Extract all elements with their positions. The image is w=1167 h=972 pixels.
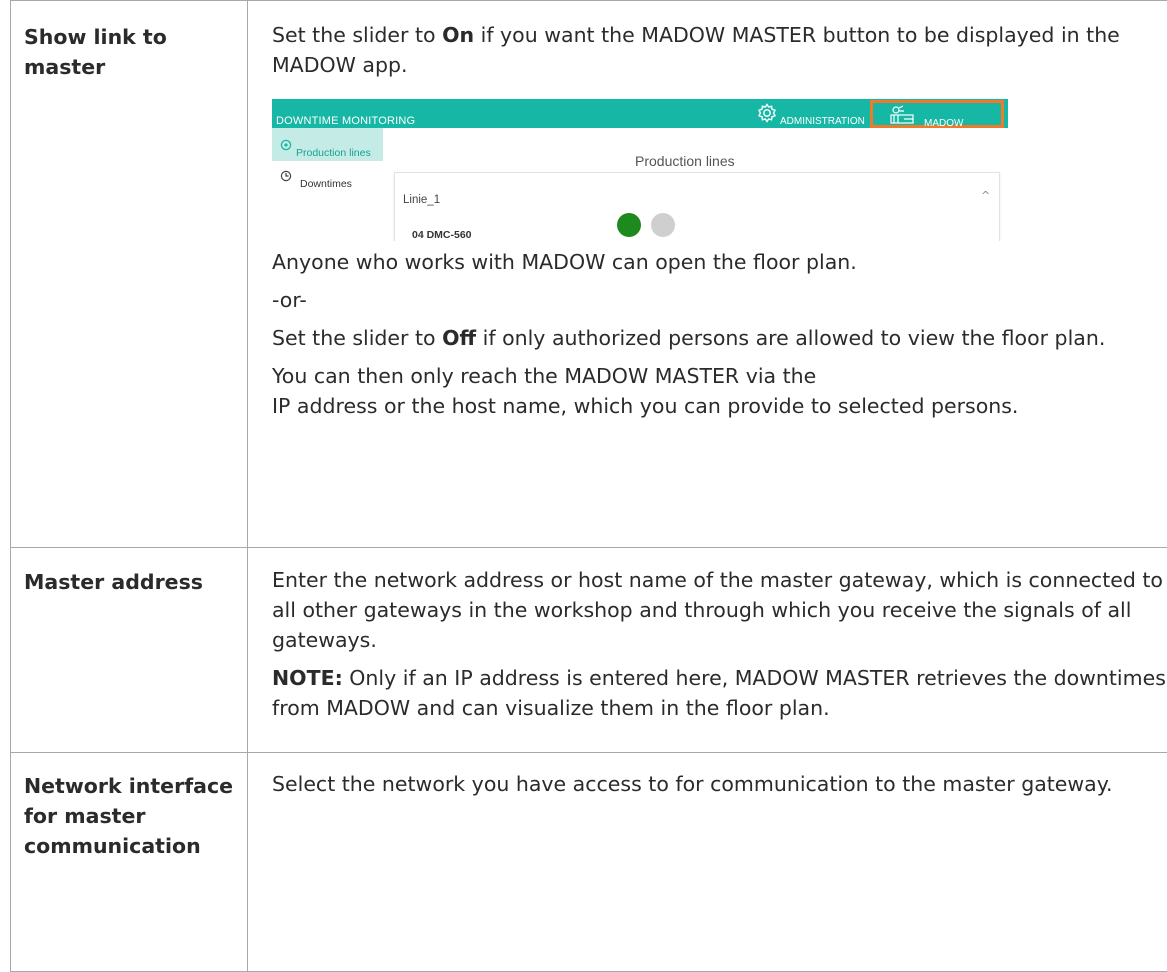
description-network-interface: Select the network you have access to fo… bbox=[248, 753, 1167, 972]
sidebar-item-downtimes[interactable]: Downtimes bbox=[300, 169, 352, 199]
machine-name: 04 DMC-560 bbox=[412, 220, 472, 241]
paragraph-on: Set the slider to On if you want the MAD… bbox=[272, 20, 1167, 80]
text-segment: Set the slider to bbox=[272, 23, 442, 47]
status-dot-green bbox=[617, 213, 641, 237]
production-line-name: Linie_1 bbox=[403, 185, 440, 215]
paragraph-or: -or- bbox=[272, 285, 1167, 315]
text-segment: Set the slider to bbox=[272, 326, 442, 350]
status-dot-grey bbox=[651, 213, 675, 237]
term-show-link-to-master: Show link to master bbox=[11, 1, 248, 548]
chevron-up-icon[interactable]: ^ bbox=[981, 181, 990, 211]
madow-master-button[interactable]: MADOW MASTER bbox=[870, 100, 1004, 128]
madow-app-screenshot: DOWNTIME MONITORING ADMINISTRATION bbox=[272, 99, 1008, 241]
description-show-link-to-master: Set the slider to On if you want the MAD… bbox=[248, 1, 1167, 548]
app-top-bar: DOWNTIME MONITORING ADMINISTRATION bbox=[272, 99, 1008, 128]
text-segment: IP address or the host name, which you c… bbox=[272, 394, 1018, 418]
bold-off: Off bbox=[442, 326, 476, 350]
floor-plan-icon bbox=[889, 105, 915, 125]
text-segment: You can then only reach the MADOW MASTER… bbox=[272, 364, 816, 388]
paragraph-off: Set the slider to Off if only authorized… bbox=[272, 323, 1167, 353]
bold-on: On bbox=[442, 23, 474, 47]
sidebar-item-production-lines[interactable]: Production lines bbox=[296, 138, 371, 168]
description-master-address: Enter the network address or host name o… bbox=[248, 548, 1167, 753]
note-text: Only if an IP address is entered here, M… bbox=[272, 666, 1166, 720]
table-row: Show link to master Set the slider to On… bbox=[11, 1, 1167, 548]
text-segment: if only authorized persons are allowed t… bbox=[476, 326, 1105, 350]
madow-master-label: MADOW MASTER bbox=[924, 109, 1001, 169]
table-row: Network interface for master communicati… bbox=[11, 753, 1167, 972]
paragraph-then: You can then only reach the MADOW MASTER… bbox=[272, 361, 1167, 421]
administration-link[interactable]: ADMINISTRATION bbox=[780, 107, 865, 137]
paragraph-network-interface: Select the network you have access to fo… bbox=[272, 769, 1167, 799]
production-line-panel[interactable]: Linie_1 ^ 04 DMC-560 bbox=[394, 172, 1000, 241]
paragraph-anyone: Anyone who works with MADOW can open the… bbox=[272, 247, 1167, 277]
paragraph-master-address: Enter the network address or host name o… bbox=[272, 565, 1167, 655]
table-row: Master address Enter the network address… bbox=[11, 548, 1167, 753]
term-network-interface: Network interface for master communicati… bbox=[11, 753, 248, 972]
clock-icon bbox=[280, 170, 292, 182]
production-lines-icon bbox=[280, 139, 292, 151]
parameter-table: Show link to master Set the slider to On… bbox=[10, 0, 1167, 972]
note-label: NOTE: bbox=[272, 666, 343, 690]
paragraph-note: NOTE: Only if an IP address is entered h… bbox=[272, 663, 1167, 723]
term-master-address: Master address bbox=[11, 548, 248, 753]
gear-icon[interactable] bbox=[756, 102, 778, 124]
